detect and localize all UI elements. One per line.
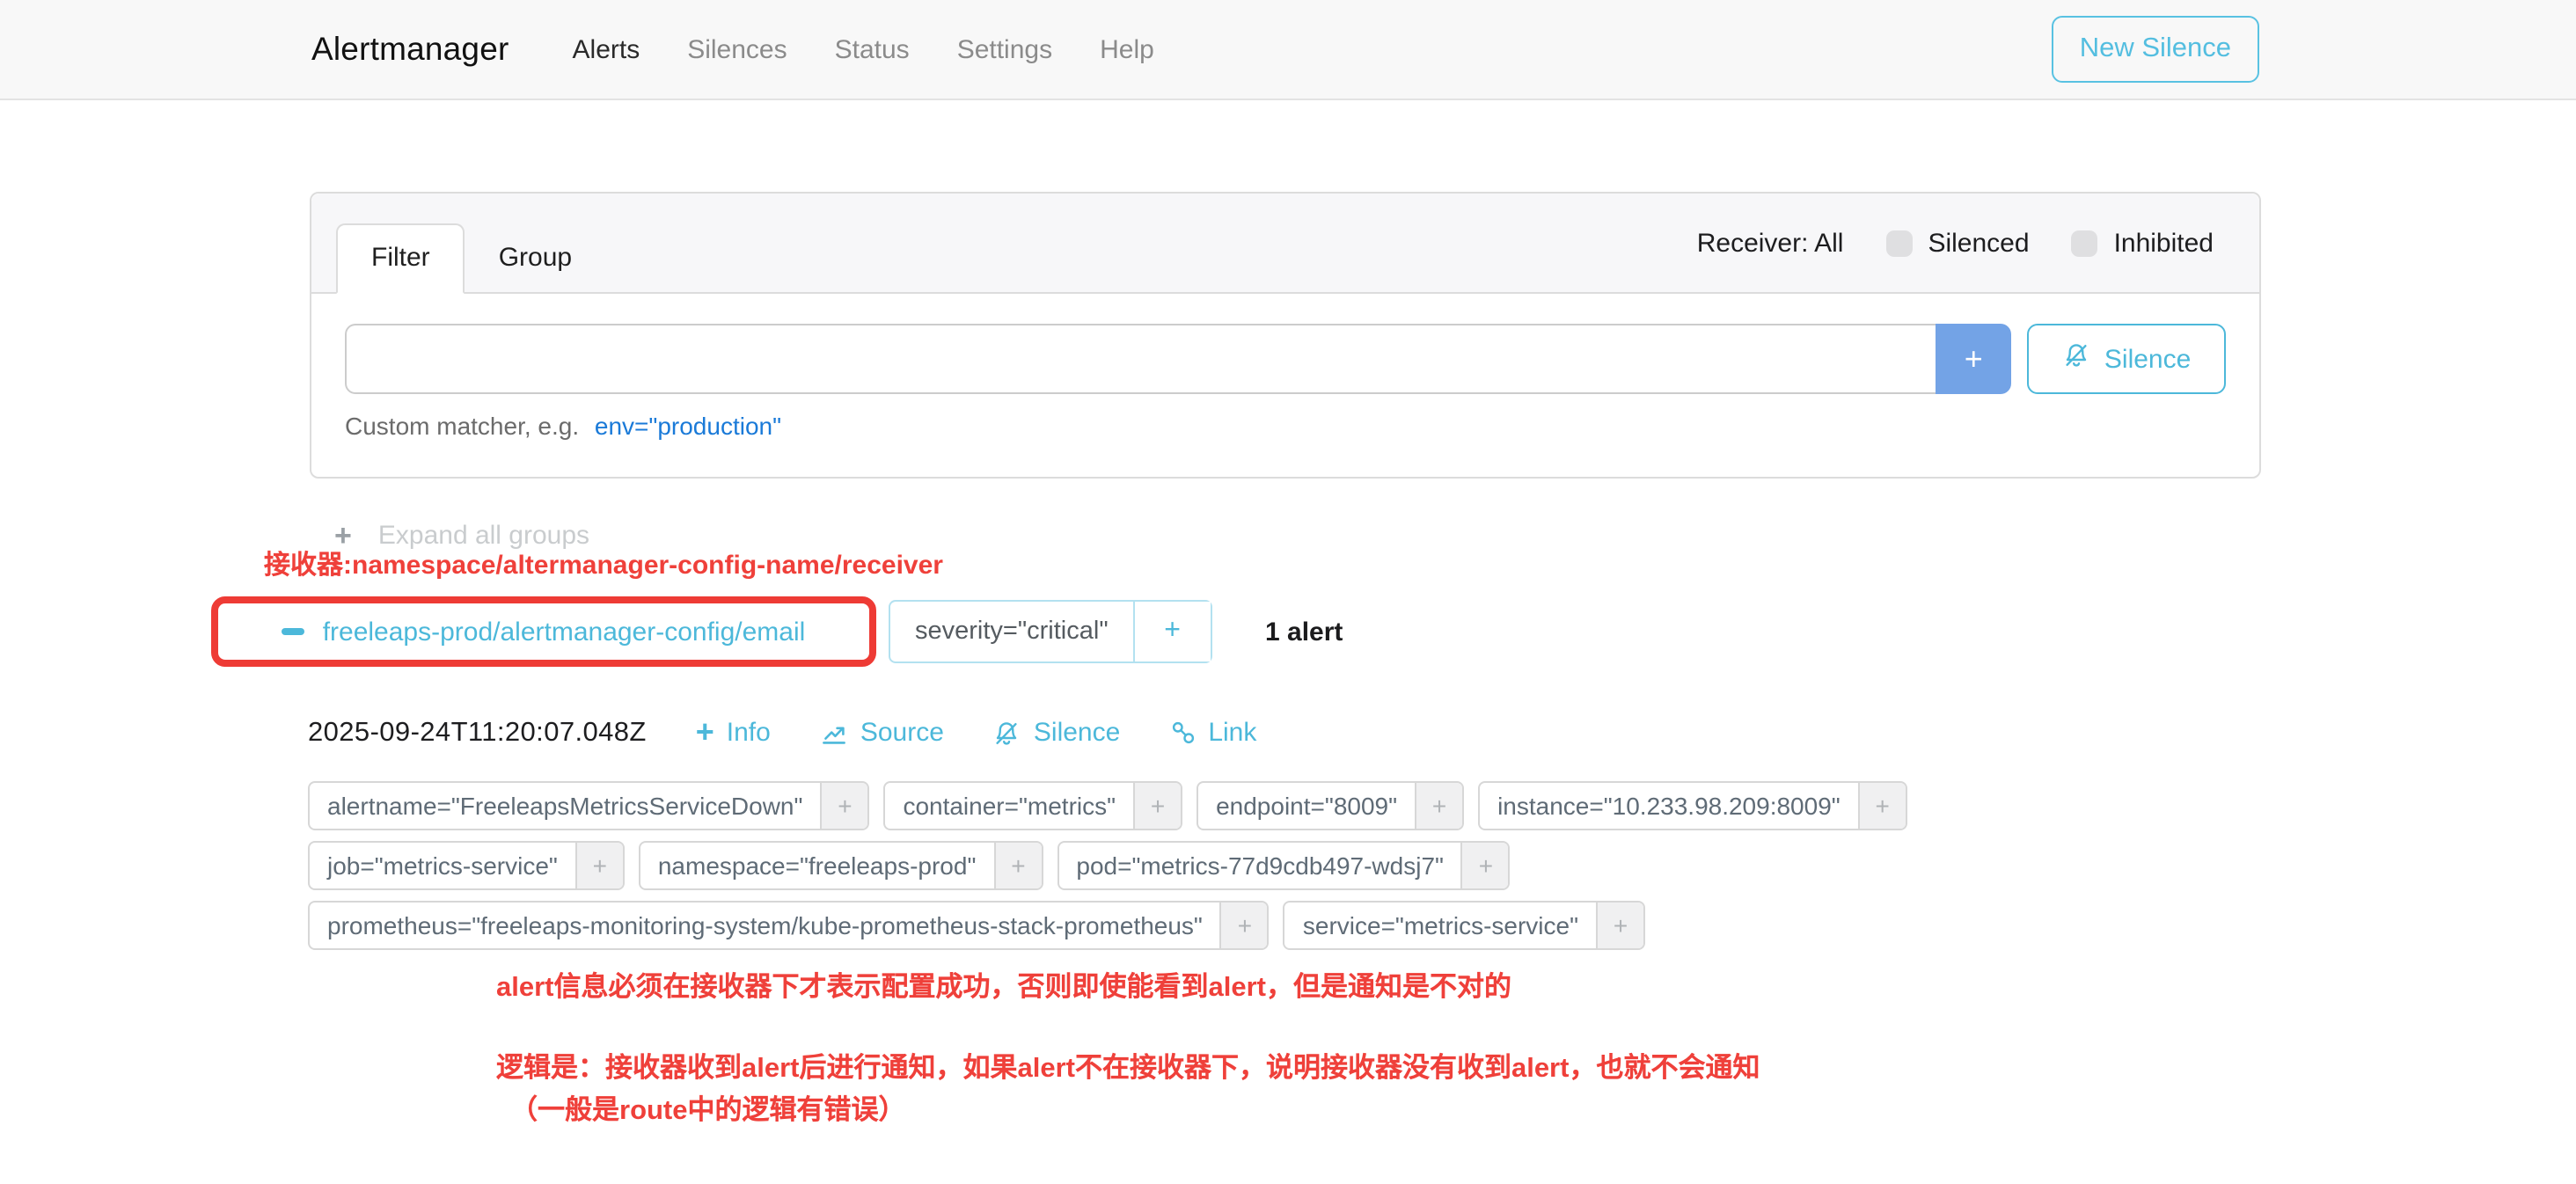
silenced-label: Silenced [1928,228,2029,258]
group-matcher-tag: severity="critical" + [889,600,1212,663]
nav-alerts[interactable]: Alerts [573,34,640,64]
nav-status[interactable]: Status [835,34,910,64]
filter-panel-body: + Silence Custom matcher, e.g. env="prod… [311,294,2259,440]
group-matcher-add-button[interactable]: + [1133,602,1211,661]
label-add-button[interactable]: + [1220,903,1268,948]
alert-count: 1 alert [1265,618,1343,647]
label-add-button[interactable]: + [993,843,1041,888]
hint-text: Custom matcher, e.g. [345,412,579,440]
plus-icon [696,716,714,749]
new-silence-button[interactable]: New Silence [2052,16,2259,83]
filter-tabs: Filter Group [336,194,605,292]
label-text: job="metrics-service" [310,843,575,888]
label-tag: pod="metrics-77d9cdb497-wdsj7" + [1057,841,1511,890]
label-tag: endpoint="8009" + [1197,781,1464,830]
nav-silences[interactable]: Silences [687,34,787,64]
silence-filter-button[interactable]: Silence [2027,324,2226,394]
matcher-input-group: + Silence [345,324,2226,394]
bell-slash-icon [993,719,1021,747]
label-row: prometheus="freeleaps-monitoring-system/… [308,901,1645,950]
inhibited-label: Inhibited [2114,228,2214,258]
chart-line-icon [820,719,848,747]
source-link[interactable]: Source [820,718,944,748]
nav-help[interactable]: Help [1100,34,1154,64]
label-tag: namespace="freeleaps-prod" + [639,841,1043,890]
annotation-highlight-box: freeleaps-prod/alertmanager-config/email [211,596,876,667]
label-text: pod="metrics-77d9cdb497-wdsj7" [1058,843,1461,888]
app-title: Alertmanager [311,30,509,69]
add-matcher-button[interactable]: + [1936,324,2011,394]
inhibited-checkbox[interactable]: Inhibited [2072,228,2214,258]
matcher-example-link[interactable]: env="production" [595,412,781,440]
group-receiver-label: freeleaps-prod/alertmanager-config/email [323,617,806,647]
label-tag: instance="10.233.98.209:8009" + [1478,781,1907,830]
label-tag: job="metrics-service" + [308,841,625,890]
label-text: endpoint="8009" [1198,783,1415,829]
label-row: job="metrics-service" + namespace="freel… [308,841,1511,890]
label-text: namespace="freeleaps-prod" [640,843,994,888]
group-matcher-text: severity="critical" [890,602,1133,661]
alert-timestamp: 2025-09-24T11:20:07.048Z [308,717,647,749]
label-text: service="metrics-service" [1285,903,1596,948]
bell-slash-icon [2062,341,2090,376]
label-add-button[interactable]: + [575,843,623,888]
info-label: Info [727,718,771,748]
silenced-checkbox[interactable]: Silenced [1885,228,2029,258]
label-tag: alertname="FreeleapsMetricsServiceDown" … [308,781,869,830]
silence-filter-label: Silence [2104,344,2191,374]
label-add-button[interactable]: + [1858,783,1906,829]
silence-label: Silence [1034,718,1120,748]
nav-settings[interactable]: Settings [957,34,1052,64]
annotation-alert-note: alert信息必须在接收器下才表示配置成功，否则即使能看到alert，但是通知是… [496,966,1511,1005]
navbar: Alertmanager Alerts Silences Status Sett… [0,0,2576,100]
group-receiver-link[interactable]: freeleaps-prod/alertmanager-config/email [282,617,806,647]
matcher-hint: Custom matcher, e.g. env="production" [345,412,2226,440]
label-tag: container="metrics" + [883,781,1182,830]
label-text: alertname="FreeleapsMetricsServiceDown" [310,783,820,829]
checkbox-icon[interactable] [2072,230,2098,256]
link-link[interactable]: Link [1169,718,1256,748]
label-add-button[interactable]: + [820,783,867,829]
silence-link[interactable]: Silence [993,718,1120,748]
minus-icon [282,628,305,635]
label-add-button[interactable]: + [1133,783,1181,829]
label-add-button[interactable]: + [1415,783,1462,829]
page: Alertmanager Alerts Silences Status Sett… [0,0,2576,1184]
filter-panel: Filter Group Receiver: All Silenced Inhi… [310,192,2261,479]
main-nav: Alerts Silences Status Settings Help [573,34,1154,64]
annotation-logic-line2: （一般是route中的逻辑有错误） [496,1090,1760,1131]
label-tag: service="metrics-service" + [1284,901,1645,950]
source-label: Source [860,718,944,748]
tab-group[interactable]: Group [465,225,605,292]
filter-panel-header: Filter Group Receiver: All Silenced Inhi… [311,194,2259,294]
annotation-logic-line1: 逻辑是：接收器收到alert后进行通知，如果alert不在接收器下，说明接收器没… [496,1049,1760,1090]
alert-meta-row: 2025-09-24T11:20:07.048Z Info Source [308,716,1256,749]
link-label: Link [1208,718,1256,748]
annotation-logic-note: 逻辑是：接收器收到alert后进行通知，如果alert不在接收器下，说明接收器没… [496,1049,1760,1131]
label-row: alertname="FreeleapsMetricsServiceDown" … [308,781,1907,830]
label-add-button[interactable]: + [1461,843,1509,888]
matcher-input[interactable] [345,324,1936,394]
receiver-filter[interactable]: Receiver: All [1697,228,1844,258]
label-text: prometheus="freeleaps-monitoring-system/… [310,903,1220,948]
tab-filter[interactable]: Filter [336,223,465,294]
filter-options: Receiver: All Silenced Inhibited [1697,228,2214,258]
info-link[interactable]: Info [696,716,771,749]
checkbox-icon[interactable] [1885,230,1912,256]
label-text: container="metrics" [885,783,1133,829]
link-icon [1169,720,1196,746]
label-add-button[interactable]: + [1596,903,1643,948]
annotation-receiver-note: 接收器:namespace/altermanager-config-name/r… [264,545,943,582]
label-text: instance="10.233.98.209:8009" [1480,783,1858,829]
label-tag: prometheus="freeleaps-monitoring-system/… [308,901,1270,950]
